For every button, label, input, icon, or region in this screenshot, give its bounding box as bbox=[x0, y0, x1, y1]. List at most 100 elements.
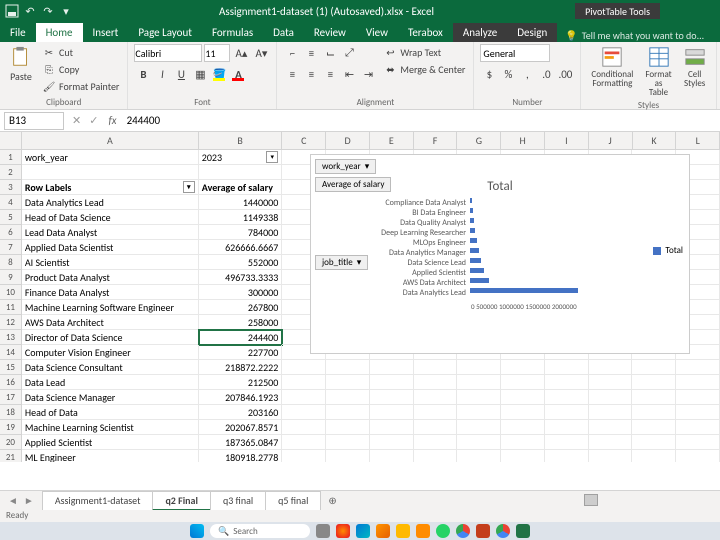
qat-dropdown-icon[interactable]: ▾ bbox=[58, 3, 74, 19]
cell[interactable] bbox=[457, 375, 501, 390]
bold-button[interactable]: B bbox=[134, 65, 152, 83]
cell[interactable]: Product Data Analyst bbox=[22, 270, 199, 285]
cell[interactable]: 180918.2778 bbox=[199, 450, 283, 462]
align-top-icon[interactable]: ⌐ bbox=[283, 44, 301, 62]
cell[interactable]: Head of Data bbox=[22, 405, 199, 420]
cell[interactable]: 203160 bbox=[199, 405, 283, 420]
cell[interactable] bbox=[589, 360, 633, 375]
tab-analyze[interactable]: Analyze bbox=[453, 23, 507, 42]
inc-decimal-icon[interactable]: .0 bbox=[537, 65, 555, 83]
cell[interactable]: Data Analytics Lead bbox=[22, 195, 199, 210]
cell[interactable] bbox=[589, 450, 633, 462]
cell[interactable]: ML Engineer bbox=[22, 450, 199, 462]
tell-me[interactable]: 💡Tell me what you want to do... bbox=[557, 29, 712, 42]
cell[interactable]: AI Scientist bbox=[22, 255, 199, 270]
cell[interactable] bbox=[326, 420, 370, 435]
cell[interactable] bbox=[370, 375, 414, 390]
row-header[interactable]: 13 bbox=[0, 330, 22, 345]
horizontal-scrollbar[interactable] bbox=[584, 494, 704, 508]
font-size-select[interactable] bbox=[204, 44, 230, 62]
cell[interactable]: Machine Learning Software Engineer bbox=[22, 300, 199, 315]
cell[interactable] bbox=[589, 405, 633, 420]
row-header[interactable]: 7 bbox=[0, 240, 22, 255]
cell[interactable] bbox=[545, 420, 589, 435]
cell[interactable]: 212500 bbox=[199, 375, 283, 390]
cell[interactable] bbox=[501, 375, 545, 390]
row-header[interactable]: 4 bbox=[0, 195, 22, 210]
cell[interactable] bbox=[282, 405, 326, 420]
chart-measure[interactable]: Average of salary bbox=[315, 177, 391, 192]
cell[interactable]: 267800 bbox=[199, 300, 283, 315]
taskbar-search[interactable]: 🔍Search bbox=[210, 524, 310, 538]
cell[interactable]: 626666.6667 bbox=[199, 240, 283, 255]
copy-button[interactable]: ⎘Copy bbox=[40, 61, 121, 77]
cell[interactable] bbox=[414, 420, 458, 435]
cell[interactable] bbox=[414, 450, 458, 462]
cell[interactable] bbox=[457, 405, 501, 420]
cell[interactable] bbox=[414, 405, 458, 420]
cell[interactable] bbox=[676, 390, 720, 405]
sheet-nav[interactable]: ◄► bbox=[0, 494, 42, 507]
sheet-tab[interactable]: q5 final bbox=[265, 491, 321, 511]
row-header[interactable]: 21 bbox=[0, 450, 22, 462]
row-header[interactable]: 16 bbox=[0, 375, 22, 390]
align-middle-icon[interactable]: ≡ bbox=[302, 44, 320, 62]
col-header[interactable]: H bbox=[501, 132, 545, 149]
conditional-formatting-button[interactable]: Conditional Formatting bbox=[587, 44, 637, 90]
copilot-icon[interactable] bbox=[336, 524, 350, 538]
cell[interactable] bbox=[545, 450, 589, 462]
row-header[interactable]: 5 bbox=[0, 210, 22, 225]
cell[interactable]: 300000 bbox=[199, 285, 283, 300]
redo-icon[interactable]: ↷ bbox=[40, 3, 56, 19]
col-header[interactable]: G bbox=[457, 132, 501, 149]
row-header[interactable]: 19 bbox=[0, 420, 22, 435]
row-header[interactable]: 11 bbox=[0, 300, 22, 315]
tab-view[interactable]: View bbox=[356, 23, 398, 42]
col-header[interactable]: F bbox=[414, 132, 458, 149]
col-header[interactable]: J bbox=[589, 132, 633, 149]
cell[interactable] bbox=[501, 450, 545, 462]
next-sheet-icon[interactable]: ► bbox=[24, 494, 34, 507]
col-header[interactable]: D bbox=[326, 132, 370, 149]
orientation-icon[interactable]: ⤢ bbox=[340, 44, 358, 62]
cell[interactable]: 496733.3333 bbox=[199, 270, 283, 285]
cell[interactable] bbox=[676, 405, 720, 420]
cell[interactable] bbox=[457, 435, 501, 450]
merge-center-button[interactable]: ⬌Merge & Center bbox=[381, 61, 467, 77]
row-header[interactable]: 18 bbox=[0, 405, 22, 420]
chart-filter-workyear[interactable]: work_year▾ bbox=[315, 159, 376, 174]
cell[interactable] bbox=[370, 450, 414, 462]
font-color-button[interactable]: A bbox=[229, 65, 247, 83]
cell[interactable] bbox=[282, 420, 326, 435]
tab-insert[interactable]: Insert bbox=[83, 23, 129, 42]
cell[interactable] bbox=[501, 405, 545, 420]
row-header[interactable]: 1 bbox=[0, 150, 22, 165]
cell[interactable] bbox=[326, 435, 370, 450]
cell[interactable]: 187365.0847 bbox=[199, 435, 283, 450]
cell[interactable] bbox=[501, 360, 545, 375]
sheet-tab[interactable]: q3 final bbox=[210, 491, 266, 511]
cell[interactable]: Data Science Consultant bbox=[22, 360, 199, 375]
cell[interactable] bbox=[326, 375, 370, 390]
fill-color-button[interactable]: 🪣 bbox=[210, 65, 228, 83]
cell[interactable] bbox=[501, 390, 545, 405]
cell[interactable] bbox=[370, 420, 414, 435]
name-box[interactable]: B13 bbox=[4, 112, 64, 130]
edge-icon[interactable] bbox=[356, 524, 370, 538]
cell[interactable] bbox=[545, 435, 589, 450]
cell[interactable]: 1440000 bbox=[199, 195, 283, 210]
col-header[interactable]: L bbox=[676, 132, 720, 149]
cell[interactable] bbox=[414, 360, 458, 375]
cell[interactable]: Data Science Manager bbox=[22, 390, 199, 405]
app-icon-2[interactable] bbox=[476, 524, 490, 538]
worksheet-grid[interactable]: A B C D E F G H I J K L 1 work_year ▾202… bbox=[0, 132, 720, 462]
cell[interactable]: Row Labels▾ bbox=[22, 180, 199, 195]
indent-dec-icon[interactable]: ⇤ bbox=[340, 65, 358, 83]
cell[interactable]: Applied Data Scientist bbox=[22, 240, 199, 255]
cell[interactable] bbox=[326, 405, 370, 420]
chrome-icon-2[interactable] bbox=[496, 524, 510, 538]
new-sheet-button[interactable]: ⊕ bbox=[320, 494, 344, 507]
cell[interactable] bbox=[414, 375, 458, 390]
cell[interactable]: 1149338 bbox=[199, 210, 283, 225]
cell[interactable] bbox=[545, 360, 589, 375]
